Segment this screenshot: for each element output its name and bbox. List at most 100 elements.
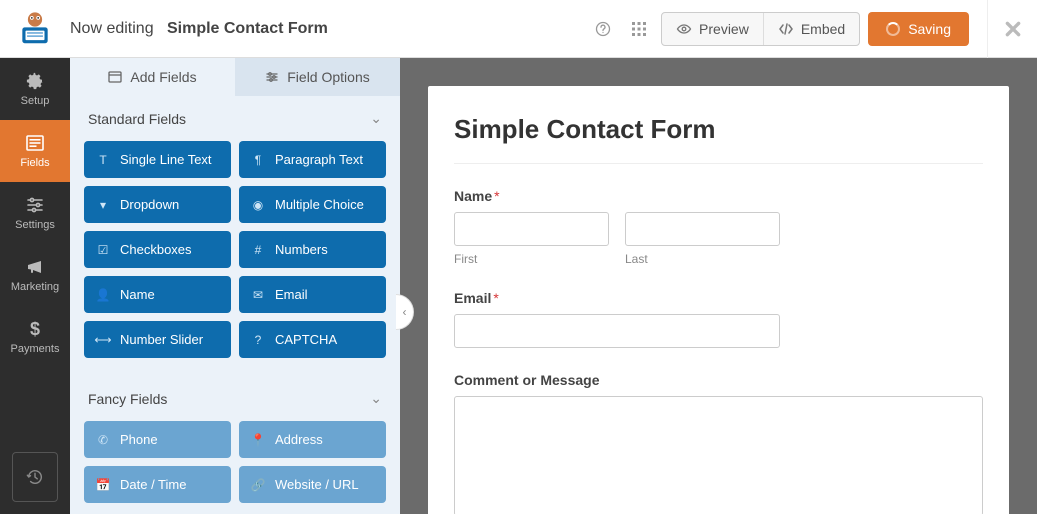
field-type-label: Website / URL <box>275 477 359 492</box>
first-name-input[interactable] <box>454 212 609 246</box>
gear-icon <box>25 71 45 91</box>
field-type-button[interactable]: ✉ Email <box>239 276 386 313</box>
close-icon <box>1004 20 1022 38</box>
field-type-icon: ☑ <box>96 243 110 257</box>
fields-panel: Add Fields Field Options Standard Fields… <box>70 58 400 514</box>
field-type-button[interactable]: ? CAPTCHA <box>239 321 386 358</box>
header-actions: Preview Embed Saving <box>589 12 987 46</box>
field-type-icon: 📅 <box>96 478 110 492</box>
field-type-button[interactable]: 📅 Date / Time <box>84 466 231 503</box>
apps-grid-icon[interactable] <box>625 15 653 43</box>
close-button[interactable] <box>987 0 1037 58</box>
preview-button[interactable]: Preview <box>662 13 763 45</box>
field-type-button[interactable]: ¶Paragraph Text <box>239 141 386 178</box>
field-label: Email* <box>454 290 983 306</box>
field-name[interactable]: Name* First Last <box>454 188 983 266</box>
last-sublabel: Last <box>625 252 780 266</box>
group-title: Fancy Fields <box>88 391 167 407</box>
field-type-icon: 👤 <box>96 288 110 302</box>
chevron-down-icon: ⌄ <box>370 110 382 127</box>
eye-icon <box>676 21 692 37</box>
tab-add-fields[interactable]: Add Fields <box>70 58 235 96</box>
editing-title: Now editing Simple Contact Form <box>70 20 589 38</box>
form-preview-area: Simple Contact Form Name* First Last <box>400 58 1037 514</box>
field-type-label: Number Slider <box>120 332 203 347</box>
revisions-button[interactable] <box>12 452 58 502</box>
field-grid: ✆ Phone 📍Address 📅 Date / Time 🔗Website / URL <box>70 421 400 514</box>
field-type-label: Email <box>275 287 308 302</box>
sidebar-item-label: Payments <box>11 343 60 355</box>
field-type-label: Multiple Choice <box>275 197 364 212</box>
sidebar-item-label: Marketing <box>11 281 59 293</box>
field-type-button[interactable]: 🔗Website / URL <box>239 466 386 503</box>
chevron-down-icon: ⌄ <box>370 390 382 407</box>
field-type-label: Single Line Text <box>120 152 212 167</box>
tab-field-options[interactable]: Field Options <box>235 58 400 96</box>
history-icon <box>26 468 44 486</box>
sidebar-item-label: Settings <box>15 219 55 231</box>
field-type-button[interactable]: ☑ Checkboxes <box>84 231 231 268</box>
bullhorn-icon <box>25 257 45 277</box>
field-type-button[interactable]: 👤 Name <box>84 276 231 313</box>
field-type-button[interactable]: ▾Dropdown <box>84 186 231 223</box>
form-icon <box>25 133 45 153</box>
required-asterisk: * <box>494 188 499 204</box>
embed-button[interactable]: Embed <box>763 13 859 45</box>
field-type-label: CAPTCHA <box>275 332 337 347</box>
add-fields-icon <box>108 70 122 84</box>
field-type-button[interactable]: ✆ Phone <box>84 421 231 458</box>
field-type-icon: T <box>96 153 110 167</box>
field-group-header[interactable]: Fancy Fields ⌄ <box>70 376 400 421</box>
sidebar-item-setup[interactable]: Setup <box>0 58 70 120</box>
form-preview-card[interactable]: Simple Contact Form Name* First Last <box>428 86 1009 514</box>
field-label: Comment or Message <box>454 372 983 388</box>
code-icon <box>778 21 794 37</box>
spinner-icon <box>886 22 900 36</box>
last-name-input[interactable] <box>625 212 780 246</box>
field-type-label: Date / Time <box>120 477 186 492</box>
builder-sidebar: Setup Fields Settings Marketing $ Paymen… <box>0 58 70 514</box>
field-comment[interactable]: Comment or Message <box>454 372 983 514</box>
help-icon[interactable] <box>589 15 617 43</box>
field-type-button[interactable]: ◉ Multiple Choice <box>239 186 386 223</box>
field-type-button[interactable]: ⟷ Number Slider <box>84 321 231 358</box>
sidebar-item-fields[interactable]: Fields <box>0 120 70 182</box>
email-input[interactable] <box>454 314 780 348</box>
field-type-icon: # <box>251 243 265 257</box>
field-type-icon: 📍 <box>251 433 265 447</box>
sidebar-item-settings[interactable]: Settings <box>0 182 70 244</box>
field-group-header[interactable]: Standard Fields ⌄ <box>70 96 400 141</box>
save-button[interactable]: Saving <box>868 12 969 46</box>
header: Now editing Simple Contact Form Preview … <box>0 0 1037 58</box>
field-type-label: Numbers <box>275 242 328 257</box>
field-email[interactable]: Email* <box>454 290 983 348</box>
form-name: Simple Contact Form <box>167 20 328 37</box>
field-type-icon: ⟷ <box>96 333 110 347</box>
sliders-icon <box>25 195 45 215</box>
sidebar-item-marketing[interactable]: Marketing <box>0 244 70 306</box>
sidebar-item-payments[interactable]: $ Payments <box>0 306 70 368</box>
field-type-button[interactable]: # Numbers <box>239 231 386 268</box>
logo-icon <box>16 10 54 48</box>
field-type-icon: ✉ <box>251 288 265 302</box>
panel-tabs: Add Fields Field Options <box>70 58 400 96</box>
preview-embed-group: Preview Embed <box>661 12 860 46</box>
wpforms-logo[interactable] <box>0 0 70 58</box>
comment-textarea[interactable] <box>454 396 983 514</box>
field-type-icon: ✆ <box>96 433 110 447</box>
field-type-label: Checkboxes <box>120 242 192 257</box>
group-title: Standard Fields <box>88 111 186 127</box>
first-sublabel: First <box>454 252 609 266</box>
required-asterisk: * <box>493 290 498 306</box>
sidebar-item-label: Fields <box>20 157 49 169</box>
field-type-label: Name <box>120 287 155 302</box>
field-type-label: Phone <box>120 432 158 447</box>
field-label: Name* <box>454 188 983 204</box>
field-type-button[interactable]: 📍Address <box>239 421 386 458</box>
field-type-label: Paragraph Text <box>275 152 363 167</box>
field-type-icon: ◉ <box>251 198 265 212</box>
dollar-icon: $ <box>25 319 45 339</box>
field-type-icon: ? <box>251 333 265 347</box>
editing-prefix: Now editing <box>70 20 154 37</box>
field-type-button[interactable]: T Single Line Text <box>84 141 231 178</box>
